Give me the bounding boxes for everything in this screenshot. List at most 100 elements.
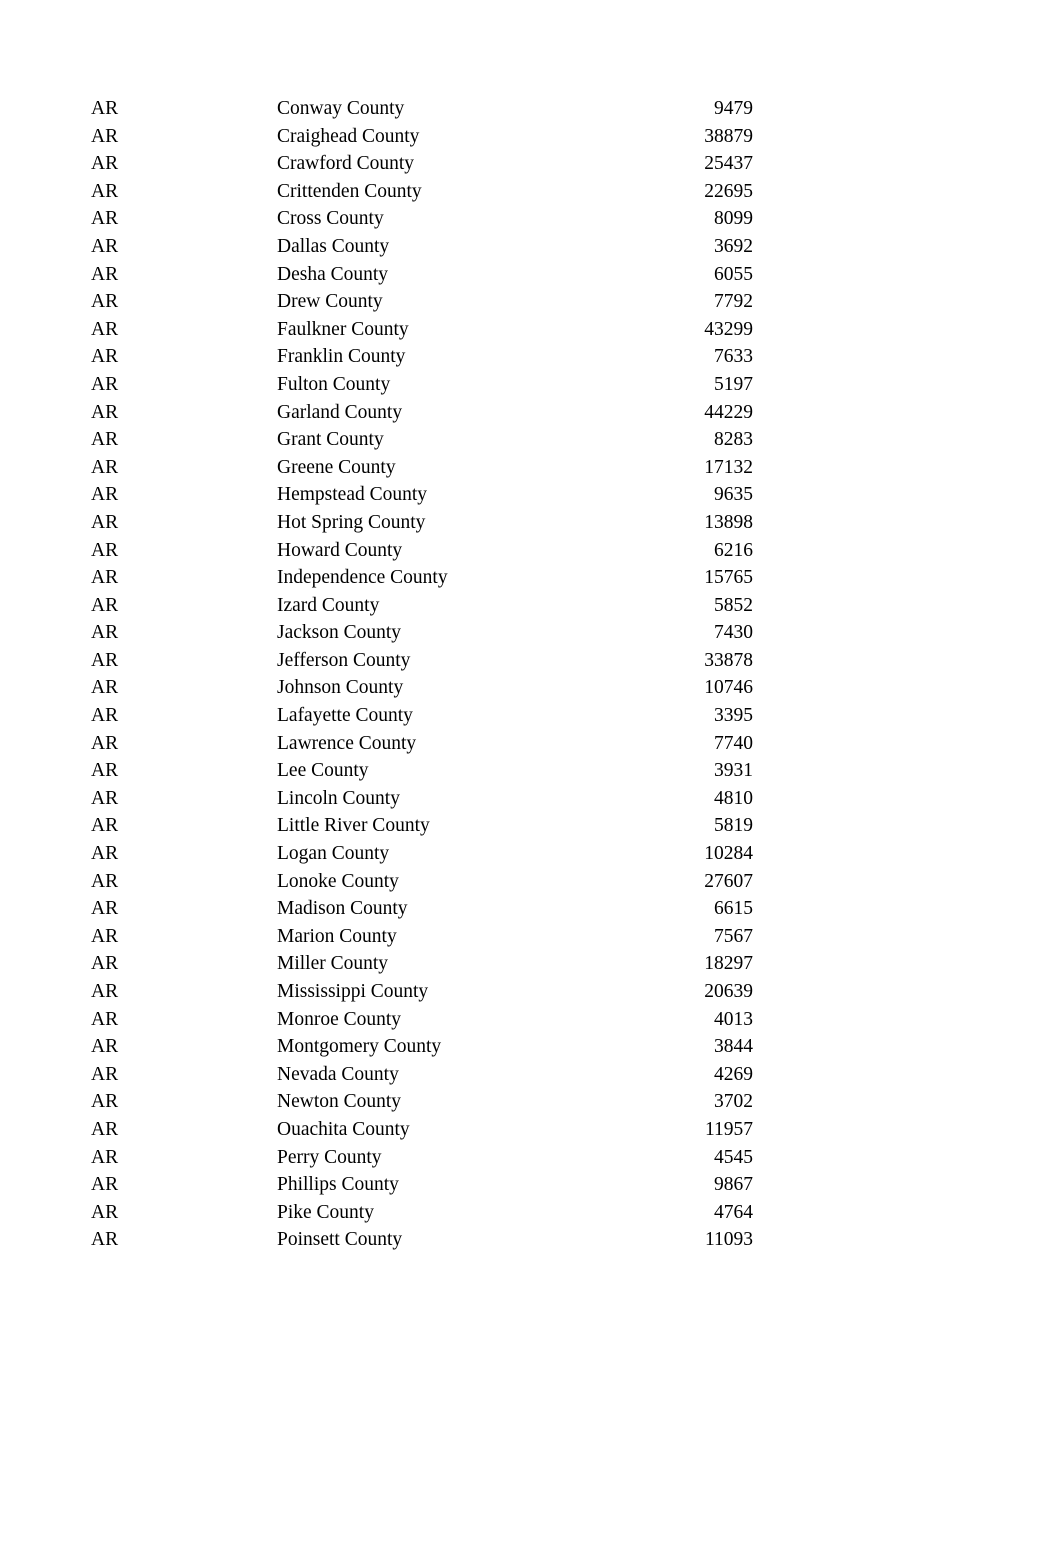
cell-county: Franklin County [277,346,406,368]
cell-state: AR [91,208,119,230]
table-row: AR Ouachita County 11957 [91,1116,753,1144]
cell-state: AR [91,346,119,368]
table-row: AR Grant County 8283 [91,426,753,454]
cell-value: 8099 [714,208,753,230]
cell-county: Howard County [277,539,403,561]
table-row: AR Howard County 6216 [91,537,753,565]
cell-state: AR [91,539,119,561]
cell-value: 38879 [704,125,753,147]
cell-state: AR [91,843,119,865]
cell-county: Independence County [277,567,448,589]
cell-county: Little River County [277,815,430,837]
table-row: AR Jefferson County 33878 [91,647,753,675]
cell-value: 4545 [714,1146,753,1168]
table-row: AR Miller County 18297 [91,950,753,978]
cell-county: Crawford County [277,153,415,175]
cell-state: AR [91,373,119,395]
table-row: AR Faulkner County 43299 [91,316,753,344]
cell-value: 4810 [714,787,753,809]
cell-county: Craighead County [277,125,420,147]
cell-county: Montgomery County [277,1036,442,1058]
cell-county: Crittenden County [277,180,422,202]
cell-state: AR [91,401,119,423]
table-row: AR Nevada County 4269 [91,1061,753,1089]
cell-value: 3702 [714,1091,753,1113]
cell-value: 5852 [714,594,753,616]
cell-county: Poinsett County [277,1229,403,1251]
table-row: AR Lawrence County 7740 [91,730,753,758]
table-row: AR Newton County 3702 [91,1088,753,1116]
cell-value: 11093 [704,1229,753,1251]
cell-county: Faulkner County [277,318,409,340]
cell-county: Desha County [277,263,389,285]
cell-county: Greene County [277,456,396,478]
cell-value: 9635 [714,484,753,506]
cell-county: Lonoke County [277,870,399,892]
cell-state: AR [91,677,119,699]
cell-county: Mississippi County [277,981,429,1002]
cell-value: 4013 [714,1008,753,1030]
cell-state: AR [91,815,119,837]
table-row: AR Logan County 10284 [91,840,753,868]
cell-state: AR [91,1118,119,1140]
cell-state: AR [91,125,119,147]
cell-value: 3844 [714,1036,753,1058]
table-row: AR Franklin County 7633 [91,343,753,371]
cell-value: 5819 [714,815,753,837]
cell-value: 4269 [714,1063,753,1085]
cell-value: 11957 [704,1118,753,1140]
cell-value: 3692 [714,235,753,257]
cell-state: AR [91,760,119,782]
cell-county: Johnson County [277,677,404,699]
cell-county: Lee County [277,760,369,782]
table-row: AR Crawford County 25437 [91,150,753,178]
cell-county: Logan County [277,843,390,865]
cell-state: AR [91,1008,119,1030]
cell-state: AR [91,953,119,975]
table-row: AR Independence County 15765 [91,564,753,592]
document-page: AR Conway County 9479 AR Craighead County 388… [0,0,1062,1561]
cell-state: AR [91,705,119,727]
county-data-table: AR Conway County 9479 AR Craighead County 388… [91,95,753,1254]
cell-value: 27607 [704,870,753,892]
cell-state: AR [91,1063,119,1085]
cell-county: Lafayette County [277,705,413,727]
cell-state: AR [91,291,119,313]
cell-county: Dallas County [277,235,390,257]
table-row: AR Perry County 4545 [91,1144,753,1172]
table-row: AR Drew County 7792 [91,288,753,316]
cell-county: Cross County [277,208,384,230]
table-row: AR Crittenden County 22695 [91,178,753,206]
cell-value: 10284 [704,843,753,865]
table-row: AR Greene County 17132 [91,454,753,482]
table-row: AR Phillips County 9867 [91,1171,753,1199]
cell-value: 9479 [714,98,753,119]
cell-county: Drew County [277,291,383,313]
table-row: AR Mississippi County 20639 [91,978,753,1006]
table-row: AR Marion County 7567 [91,923,753,951]
table-row: AR Lafayette County 3395 [91,702,753,730]
cell-state: AR [91,153,119,175]
cell-value: 6615 [714,898,753,920]
cell-state: AR [91,456,119,478]
cell-value: 13898 [704,511,753,533]
table-row: AR Garland County 44229 [91,399,753,427]
cell-state: AR [91,925,119,947]
cell-county: Garland County [277,401,403,423]
table-row: AR Craighead County 38879 [91,123,753,151]
cell-state: AR [91,511,119,533]
cell-state: AR [91,732,119,754]
table-row: AR Montgomery County 3844 [91,1033,753,1061]
county-data-table-body: AR Conway County 9479 AR Craighead County 388… [91,95,753,1254]
cell-county: Marion County [277,925,397,947]
cell-county: Monroe County [277,1008,402,1030]
table-row: AR Madison County 6615 [91,895,753,923]
cell-county: Jackson County [277,622,402,644]
table-row: AR Jackson County 7430 [91,619,753,647]
table-row: AR Cross County 8099 [91,205,753,233]
cell-value: 6216 [714,539,753,561]
cell-value: 3931 [714,760,753,782]
cell-state: AR [91,1229,119,1251]
table-row: AR Johnson County 10746 [91,674,753,702]
table-row: AR Fulton County 5197 [91,371,753,399]
